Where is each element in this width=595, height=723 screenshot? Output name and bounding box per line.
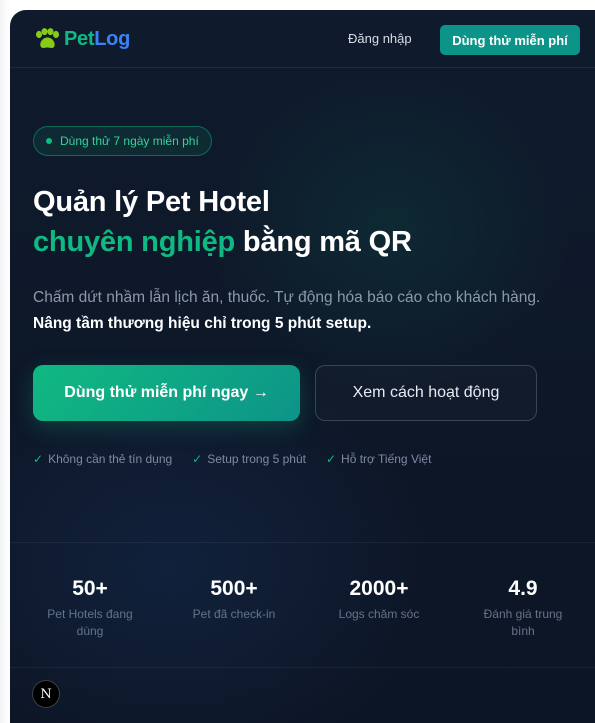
feature-label: Hỗ trợ Tiếng Việt bbox=[341, 452, 432, 466]
paw-icon bbox=[36, 28, 59, 49]
hero-description-bold: Nâng tầm thương hiệu chỉ trong 5 phút se… bbox=[33, 315, 372, 332]
stat-value: 2000+ bbox=[349, 577, 409, 600]
feature-label: Setup trong 5 phút bbox=[207, 452, 306, 466]
top-nav: PetLog Đăng nhập Dùng thử miễn phí bbox=[10, 10, 595, 68]
feature-label: Không cần thẻ tín dụng bbox=[48, 452, 173, 466]
logo-text-pet: Pet bbox=[64, 27, 95, 50]
stats-bar: 50+ Pet Hotels đang dùng 500+ Pet đã che… bbox=[10, 542, 595, 668]
stat-pets: 500+ Pet đã check-in bbox=[174, 576, 294, 623]
stat-value: 4.9 bbox=[508, 577, 538, 600]
hero-description: Chấm dứt nhầm lẫn lịch ăn, thuốc. Tự độn… bbox=[33, 285, 573, 337]
check-icon: ✓ bbox=[325, 452, 337, 466]
logo-text: PetLog bbox=[64, 28, 130, 51]
stat-value: 50+ bbox=[72, 577, 108, 600]
stat-label: Pet đã check-in bbox=[192, 607, 276, 621]
feature-item: ✓ Setup trong 5 phút bbox=[192, 452, 306, 466]
dev-tools-badge[interactable]: N bbox=[32, 680, 60, 708]
stat-logs: 2000+ Logs chăm sóc bbox=[319, 576, 439, 623]
start-trial-button[interactable]: Dùng thử miễn phí ngay → bbox=[33, 365, 300, 421]
trial-badge: Dùng thử 7 ngày miễn phí bbox=[33, 126, 212, 156]
login-link[interactable]: Đăng nhập bbox=[348, 31, 412, 46]
stat-rating: 4.9 Đánh giá trung bình bbox=[463, 576, 583, 640]
logo-text-log: Log bbox=[94, 27, 130, 50]
check-icon: ✓ bbox=[33, 452, 44, 466]
how-it-works-button[interactable]: Xem cách hoạt động bbox=[315, 365, 537, 421]
feature-list: ✓ Không cần thẻ tín dụng ✓ Setup trong 5… bbox=[33, 452, 451, 466]
hero-title-accent: chuyên nghiệp bbox=[33, 226, 236, 258]
feature-item: ✓ Hỗ trợ Tiếng Việt bbox=[326, 452, 431, 466]
stat-label: Đánh giá trung bình bbox=[483, 607, 563, 638]
badge-dot bbox=[46, 138, 52, 144]
hero-description-text: Chấm dứt nhầm lẫn lịch ăn, thuốc. Tự độn… bbox=[33, 289, 541, 306]
hero-title: Quản lý Pet Hotel chuyên nghiệp bằng mã … bbox=[33, 182, 412, 262]
hero-title-line2: bằng mã QR bbox=[235, 226, 412, 258]
feature-item: ✓ Không cần thẻ tín dụng bbox=[33, 452, 172, 466]
check-icon: ✓ bbox=[192, 452, 203, 466]
header-trial-button[interactable]: Dùng thử miễn phí bbox=[440, 25, 580, 55]
app-window: PetLog Đăng nhập Dùng thử miễn phí Dùng … bbox=[10, 10, 595, 723]
trial-badge-label: Dùng thử 7 ngày miễn phí bbox=[60, 134, 199, 148]
stat-value: 500+ bbox=[210, 577, 258, 600]
stat-label: Logs chăm sóc bbox=[338, 607, 420, 621]
hero-title-line1: Quản lý Pet Hotel bbox=[33, 186, 270, 218]
stat-hotels: 50+ Pet Hotels đang dùng bbox=[30, 576, 150, 640]
logo[interactable]: PetLog bbox=[34, 26, 130, 52]
stat-label: Pet Hotels đang dùng bbox=[47, 607, 133, 638]
